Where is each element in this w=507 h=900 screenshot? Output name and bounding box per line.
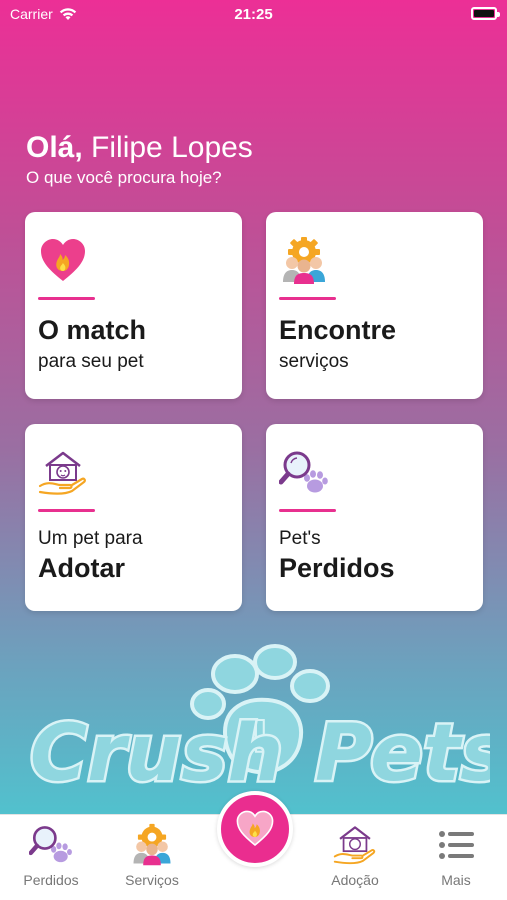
match-card-title: O match [38,315,147,345]
battery-icon [471,7,500,20]
adopt-card-subtitle: Um pet para [38,528,143,549]
lost-pets-card-subtitle: Pet's [279,528,321,549]
card-accent-bar [38,509,95,512]
match-card[interactable]: O match para seu pet [25,212,242,399]
greeting-hello: Olá, [26,131,83,164]
card-accent-bar [279,297,336,300]
list-icon [439,831,474,859]
people-gear-icon [283,237,325,284]
clock: 21:25 [234,6,273,23]
tab-mais-label: Mais [441,872,471,888]
match-card-subtitle: para seu pet [38,351,144,372]
tab-servicos[interactable]: Serviços [107,823,197,888]
svg-text:Pets: Pets [315,709,490,799]
status-bar: Carrier 21:25 [0,0,507,30]
crush4pets-logo: 4 Crush Pets [28,644,490,802]
greeting-subtitle: O que você procura hoje? [26,168,222,187]
services-card[interactable]: Encontre serviços [266,212,483,399]
services-card-subtitle: serviços [279,351,349,372]
lost-pets-card[interactable]: Pet's Perdidos [266,424,483,611]
house-hand-pet-icon [38,451,86,495]
card-accent-bar [279,509,336,512]
user-name: Filipe Lopes [91,131,253,164]
tab-adocao-label: Adoção [331,872,379,888]
greeting-title: Olá, Filipe Lopes [26,130,253,166]
adopt-card-title: Adotar [38,553,125,583]
card-accent-bar [38,297,95,300]
tab-mais[interactable]: Mais [411,823,501,888]
magnifier-paw-icon [29,826,72,863]
match-center-button[interactable] [217,791,293,867]
heart-flame-icon [236,810,274,847]
services-card-title: Encontre [279,315,397,345]
greeting: Olá, Filipe Lopes O que você procura hoj… [26,130,253,188]
lost-pets-card-title: Perdidos [279,553,395,583]
house-hand-pet-icon [333,826,376,865]
tab-adocao[interactable]: Adoção [310,823,400,888]
people-gear-icon [133,823,171,866]
tab-perdidos-label: Perdidos [23,872,79,888]
magnifier-paw-icon [279,451,328,493]
adopt-card[interactable]: Um pet para Adotar [25,424,242,611]
tab-perdidos[interactable]: Perdidos [6,823,96,888]
heart-flame-icon [41,239,85,281]
tab-servicos-label: Serviços [125,872,179,888]
svg-text:Crush: Crush [30,709,283,799]
